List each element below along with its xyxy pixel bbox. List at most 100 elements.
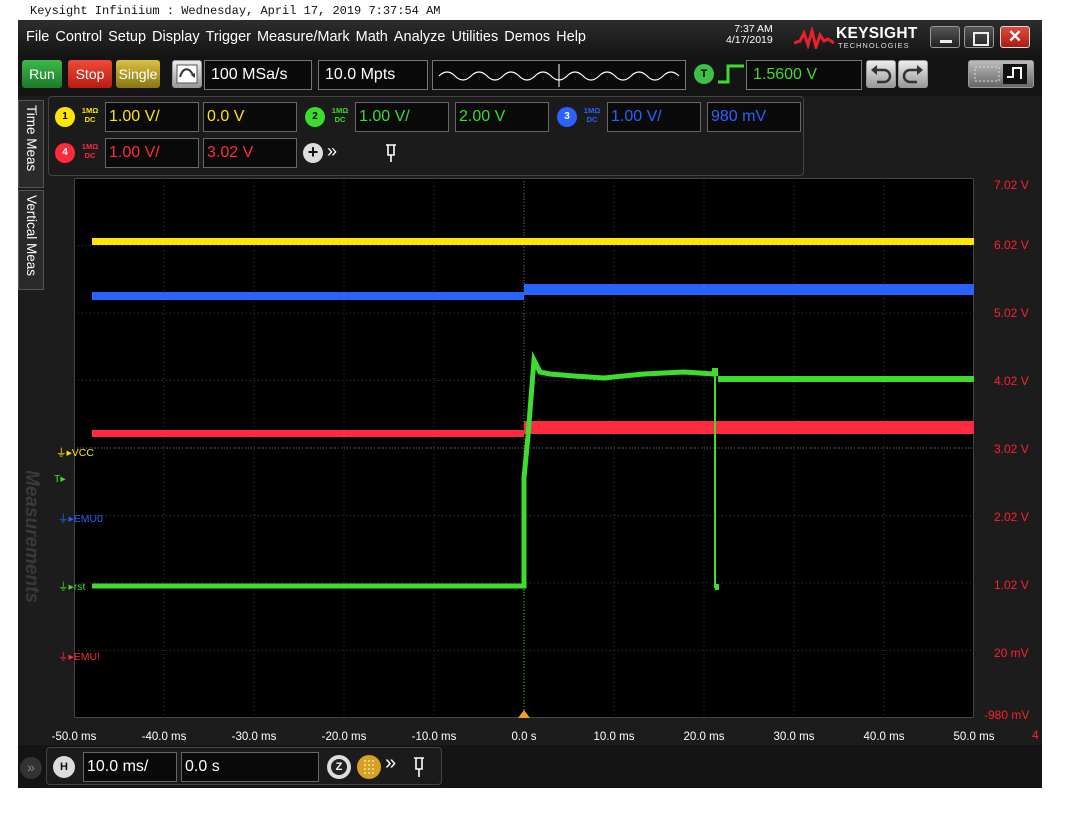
menu-demos[interactable]: Demos xyxy=(504,29,550,45)
tab-time-meas[interactable]: Time Meas xyxy=(18,100,44,188)
emu0-marker[interactable]: ⏚▸EMU0 xyxy=(58,511,103,526)
ch3-scale-field[interactable]: 1.00 V/ xyxy=(607,102,701,132)
ch4-impedance: 1MΩ DC xyxy=(81,142,99,160)
v-axis-label: 4.02 V xyxy=(994,374,1029,388)
autoscale-icon xyxy=(176,64,198,84)
rst-marker[interactable]: ⏚▸rst xyxy=(58,579,85,594)
ch3-badge[interactable]: 3 xyxy=(557,107,577,127)
rst-label: rst xyxy=(73,581,86,593)
ch2-scale-field[interactable]: 1.00 V/ xyxy=(355,102,449,132)
ch3-trace-before xyxy=(92,292,524,300)
ch1-impedance: 1MΩ DC xyxy=(81,106,99,124)
menu-math[interactable]: Math xyxy=(356,29,388,45)
ch1-badge[interactable]: 1 xyxy=(55,107,75,127)
time-scale-field[interactable]: 10.0 ms/ xyxy=(83,752,177,782)
trigger-badge[interactable]: T xyxy=(694,64,714,84)
time-axis-label: 30.0 ms xyxy=(773,731,815,743)
waveform-overview-icon xyxy=(438,64,680,87)
autoscale-button[interactable] xyxy=(172,60,202,88)
menu-trigger[interactable]: Trigger xyxy=(206,29,251,45)
vcc-marker[interactable]: ⏚▸VCC xyxy=(56,445,94,460)
emu0-label: EMU0 xyxy=(73,513,103,525)
add-channel-icon[interactable]: + xyxy=(303,143,323,163)
tab-vertical-meas[interactable]: Vertical Meas xyxy=(18,190,44,290)
zoom-button[interactable]: Z xyxy=(327,755,351,779)
ch3-impedance: 1MΩ DC xyxy=(583,106,601,124)
keysight-logo: KEYSIGHT TECHNOLOGIES xyxy=(794,25,924,51)
time-axis-label: 10.0 ms xyxy=(593,731,635,743)
trigger-marker[interactable]: T▸ xyxy=(54,473,66,485)
side-tabs: Time Meas Vertical Meas xyxy=(18,100,44,290)
single-button[interactable]: Single xyxy=(116,60,160,88)
close-button[interactable]: ✕ xyxy=(1000,26,1030,48)
menu-measuremark[interactable]: Measure/Mark xyxy=(257,29,350,45)
horizontal-pin-icon[interactable] xyxy=(411,756,427,778)
horizontal-badge[interactable]: H xyxy=(53,756,75,778)
trigger-level-field[interactable]: 1.5600 V xyxy=(746,60,862,90)
time-axis-label: 0.0 s xyxy=(511,731,537,743)
vcc-label: VCC xyxy=(71,447,94,459)
menu-help[interactable]: Help xyxy=(556,29,586,45)
run-button[interactable]: Run xyxy=(22,60,62,88)
menu-list: File Control Setup Display Trigger Measure/Ma… xyxy=(26,29,586,45)
menu-file[interactable]: File xyxy=(26,29,49,45)
sample-rate-field[interactable]: 100 MSa/s xyxy=(204,60,312,90)
menu-utilities[interactable]: Utilities xyxy=(451,29,498,45)
redo-button[interactable] xyxy=(898,60,928,88)
ch4-scale-field[interactable]: 1.00 V/ xyxy=(105,138,199,168)
v-axis-label: 3.02 V xyxy=(994,442,1029,456)
ch3-offset-field[interactable]: 980 mV xyxy=(707,102,801,132)
ch1-scale-field[interactable]: 1.00 V/ xyxy=(105,102,199,132)
rising-edge-icon[interactable] xyxy=(716,62,746,88)
maximize-icon xyxy=(973,32,989,46)
waveform-display[interactable] xyxy=(74,178,974,718)
menu-display[interactable]: Display xyxy=(152,29,200,45)
acquisition-overview[interactable] xyxy=(432,60,686,90)
marker-button[interactable] xyxy=(357,755,381,779)
trigger-position-marker xyxy=(518,710,530,718)
expand-panel-icon[interactable]: » xyxy=(20,757,42,779)
ch2-trace-glitch-bottom xyxy=(715,584,719,590)
v-axis-label: 20 mV xyxy=(994,646,1029,660)
v-axis-label: 1.02 V xyxy=(994,578,1029,592)
menu-setup[interactable]: Setup xyxy=(108,29,146,45)
ground-icon: ⏚▸ xyxy=(56,447,72,459)
ch2-offset-field[interactable]: 2.00 V xyxy=(455,102,549,132)
time-position-field[interactable]: 0.0 s xyxy=(181,752,319,782)
ch4-trace-before xyxy=(92,430,524,437)
clock-date: 4/17/2019 xyxy=(726,34,773,46)
ch4-offset-field[interactable]: 3.02 V xyxy=(203,138,297,168)
stop-button[interactable]: Stop xyxy=(68,60,112,88)
menu-analyze[interactable]: Analyze xyxy=(394,29,446,45)
channel-panel: 1 1MΩ DC 1.00 V/ 0.0 V 2 1MΩ DC 1.00 V/ 2.… xyxy=(48,96,804,176)
ch1-offset-field[interactable]: 0.0 V xyxy=(203,102,297,132)
ch1-trace xyxy=(92,238,974,245)
horizontal-bar: » H 10.0 ms/ 0.0 s Z » xyxy=(18,745,1042,788)
horizontal-expand-chevron-icon[interactable]: » xyxy=(385,752,396,775)
ground-icon: ⏚▸ xyxy=(58,513,74,525)
time-axis-label: -30.0 ms xyxy=(231,731,277,743)
pin-icon[interactable] xyxy=(383,143,399,163)
scope-window: File Control Setup Display Trigger Measure/Ma… xyxy=(18,20,1042,788)
v-axis-label: 7.02 V xyxy=(994,178,1029,192)
horizontal-panel: H 10.0 ms/ 0.0 s Z » xyxy=(46,747,442,785)
time-axis-label: -40.0 ms xyxy=(141,731,187,743)
redo-icon xyxy=(902,65,923,84)
ch2-badge[interactable]: 2 xyxy=(305,107,325,127)
memory-depth-field[interactable]: 10.0 Mpts xyxy=(318,60,428,90)
undo-button[interactable] xyxy=(866,60,896,88)
ch4-trace-after xyxy=(524,421,974,434)
ch4-badge[interactable]: 4 xyxy=(55,143,75,163)
menu-control[interactable]: Control xyxy=(55,29,102,45)
window-caption: Keysight Infiniium : Wednesday, April 17… xyxy=(30,4,441,18)
maximize-button[interactable] xyxy=(964,26,994,48)
ch2-trace-ramp xyxy=(92,350,715,589)
measurements-watermark: Measurements xyxy=(21,470,42,604)
clock: 7:37 AM 4/17/2019 xyxy=(726,24,773,46)
expand-chevron-icon[interactable]: » xyxy=(327,141,337,162)
minimize-button[interactable] xyxy=(930,26,960,48)
emu-marker[interactable]: ⏚▸EMU! xyxy=(58,649,100,664)
display-mode-button[interactable] xyxy=(968,60,1034,88)
v-axis-label: 6.02 V xyxy=(994,238,1029,252)
toolbar: Run Stop Single 100 MSa/s 10.0 Mpts T 1.… xyxy=(18,54,1042,96)
